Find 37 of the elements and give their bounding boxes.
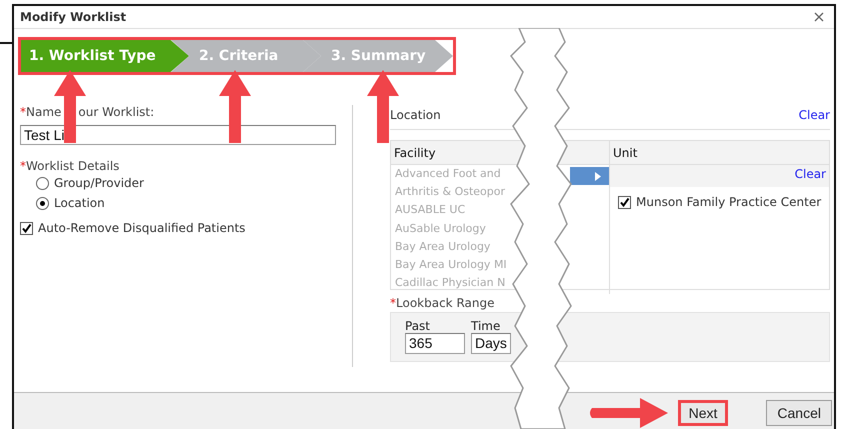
field-label: our Worklist: bbox=[78, 105, 154, 119]
clear-link[interactable]: Clear bbox=[798, 108, 830, 122]
radio-button[interactable] bbox=[36, 176, 49, 190]
checkbox-label: Auto-Remove Disqualified Patients bbox=[38, 221, 246, 235]
triangle-icon bbox=[595, 172, 601, 180]
dialog-button[interactable]: Next bbox=[678, 400, 728, 426]
facility-item[interactable]: Bay Area Urology MI bbox=[395, 258, 507, 276]
section-title: Location bbox=[390, 108, 441, 122]
facility-item[interactable]: AuSable Urology bbox=[395, 222, 486, 240]
radio-label: Group/Provider bbox=[54, 176, 144, 190]
facility-item[interactable]: Cadillac Physician N bbox=[395, 276, 506, 294]
facility-item[interactable]: Arthritis & Osteopor bbox=[395, 185, 506, 204]
dialog-button[interactable]: Cancel bbox=[766, 400, 832, 426]
past-field[interactable]: 365 bbox=[405, 333, 465, 354]
checkbox-label: Munson Family Practice Center bbox=[636, 195, 822, 209]
field-label: Time bbox=[471, 319, 502, 333]
radio-label: Location bbox=[54, 196, 105, 210]
wizard-step[interactable]: 3. Summary bbox=[303, 40, 453, 72]
facility-item[interactable]: AUSABLE UC bbox=[395, 203, 466, 222]
column-header: Facility bbox=[393, 146, 437, 160]
time-unit-dropdown[interactable]: Days bbox=[471, 333, 511, 354]
clear-link[interactable]: Clear bbox=[794, 167, 826, 181]
field-label: *Lookback Range bbox=[390, 296, 496, 310]
facility-item[interactable]: Advanced Foot and bbox=[395, 167, 501, 186]
field-label: *Worklist Details bbox=[20, 159, 120, 173]
field-label: Past bbox=[405, 319, 432, 333]
checkbox[interactable] bbox=[618, 196, 631, 208]
window-title: Modify Worklist bbox=[20, 10, 126, 24]
selected-row[interactable] bbox=[570, 167, 609, 185]
close-icon[interactable] bbox=[814, 12, 824, 22]
checkbox[interactable] bbox=[20, 222, 33, 234]
field-label: *Name bbox=[20, 105, 62, 119]
wizard-step[interactable]: 1. Worklist Type bbox=[21, 40, 189, 72]
column-header: Unit bbox=[609, 141, 829, 164]
name-field[interactable]: Test Li bbox=[20, 125, 336, 145]
radio-button[interactable] bbox=[36, 196, 49, 210]
facility-item[interactable]: Bay Area Urology bbox=[395, 240, 490, 258]
